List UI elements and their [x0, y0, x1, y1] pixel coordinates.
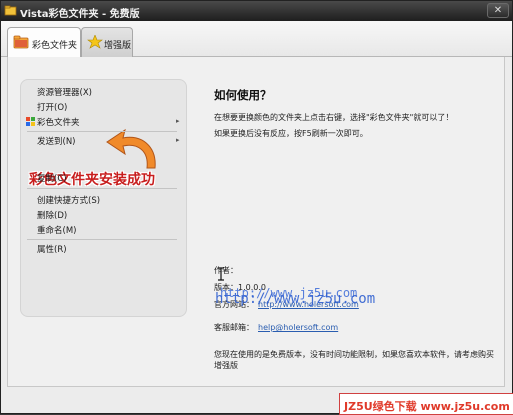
tab-bar: 彩色文件夹 增强版: [1, 21, 512, 58]
star-icon: [87, 35, 103, 49]
curved-arrow-icon: [106, 128, 156, 169]
folder-icon: [13, 35, 29, 49]
close-icon: ✕: [493, 5, 503, 16]
menu-item-colorful-folder: 彩色文件夹: [37, 118, 80, 128]
free-version-note: 您现在使用的是免费版本，没有时间功能限制，如果您喜欢本软件，请考虑购买增强版: [214, 350, 494, 370]
text-cursor-icon: [218, 267, 224, 281]
site-brand-text: JZ5U绿色下载 www.jz5u.com: [344, 400, 510, 413]
help-heading: 如何使用？: [214, 88, 272, 102]
app-window: Vista彩色文件夹 - 免费版 ✕ 彩色文件夹 增强版 资源管理器(X) 打开…: [0, 0, 513, 415]
submenu-arrow-icon: ▸: [176, 136, 180, 144]
main-content: 资源管理器(X) 打开(O) 彩色文件夹 ▸ 发送到(N) ▸ 彩色文件夹安装成…: [7, 57, 505, 387]
menu-item-create-shortcut: 创建快捷方式(S): [37, 196, 101, 206]
title-bar[interactable]: Vista彩色文件夹 - 免费版 ✕: [1, 1, 512, 21]
menu-separator: [27, 239, 177, 240]
app-icon: [4, 5, 17, 16]
context-menu-preview: 资源管理器(X) 打开(O) 彩色文件夹 ▸ 发送到(N) ▸ 彩色文件夹安装成…: [20, 79, 187, 317]
colorful-folder-icon: [26, 117, 35, 126]
email-row: 客服邮箱： help@holersoft.com: [214, 322, 338, 333]
menu-item-open: 打开(O): [37, 103, 68, 113]
menu-item-explorer: 资源管理器(X): [37, 88, 92, 98]
submenu-arrow-icon: ▸: [176, 117, 180, 125]
menu-item-send-to: 发送到(N): [37, 137, 76, 147]
tab-colorful-folder[interactable]: 彩色文件夹: [7, 27, 81, 58]
email-label: 客服邮箱：: [214, 323, 254, 332]
menu-item-rename: 重命名(M): [37, 226, 77, 236]
help-line-2: 如果更换后没有反应，按F5刷新一次即可。: [214, 129, 368, 138]
menu-separator: [27, 131, 177, 132]
help-line-1: 在想要更换颜色的文件夹上点击右键，选择"彩色文件夹"就可以了！: [214, 113, 454, 122]
site-brand-bar: JZ5U绿色下载 www.jz5u.com: [339, 393, 513, 415]
menu-separator: [27, 188, 177, 189]
close-button[interactable]: ✕: [487, 3, 509, 18]
tab-label: 彩色文件夹: [32, 41, 78, 51]
tab-enhanced[interactable]: 增强版: [81, 27, 133, 57]
menu-item-delete: 删除(D): [37, 211, 68, 221]
menu-item-copy: 复制(C): [37, 174, 67, 184]
menu-item-properties: 属性(R): [37, 245, 67, 255]
tab-label: 增强版: [104, 41, 132, 51]
window-title: Vista彩色文件夹 - 免费版: [20, 9, 140, 20]
watermark-url: http://www.jz5u.com: [215, 291, 376, 307]
email-link[interactable]: help@holersoft.com: [258, 323, 338, 332]
